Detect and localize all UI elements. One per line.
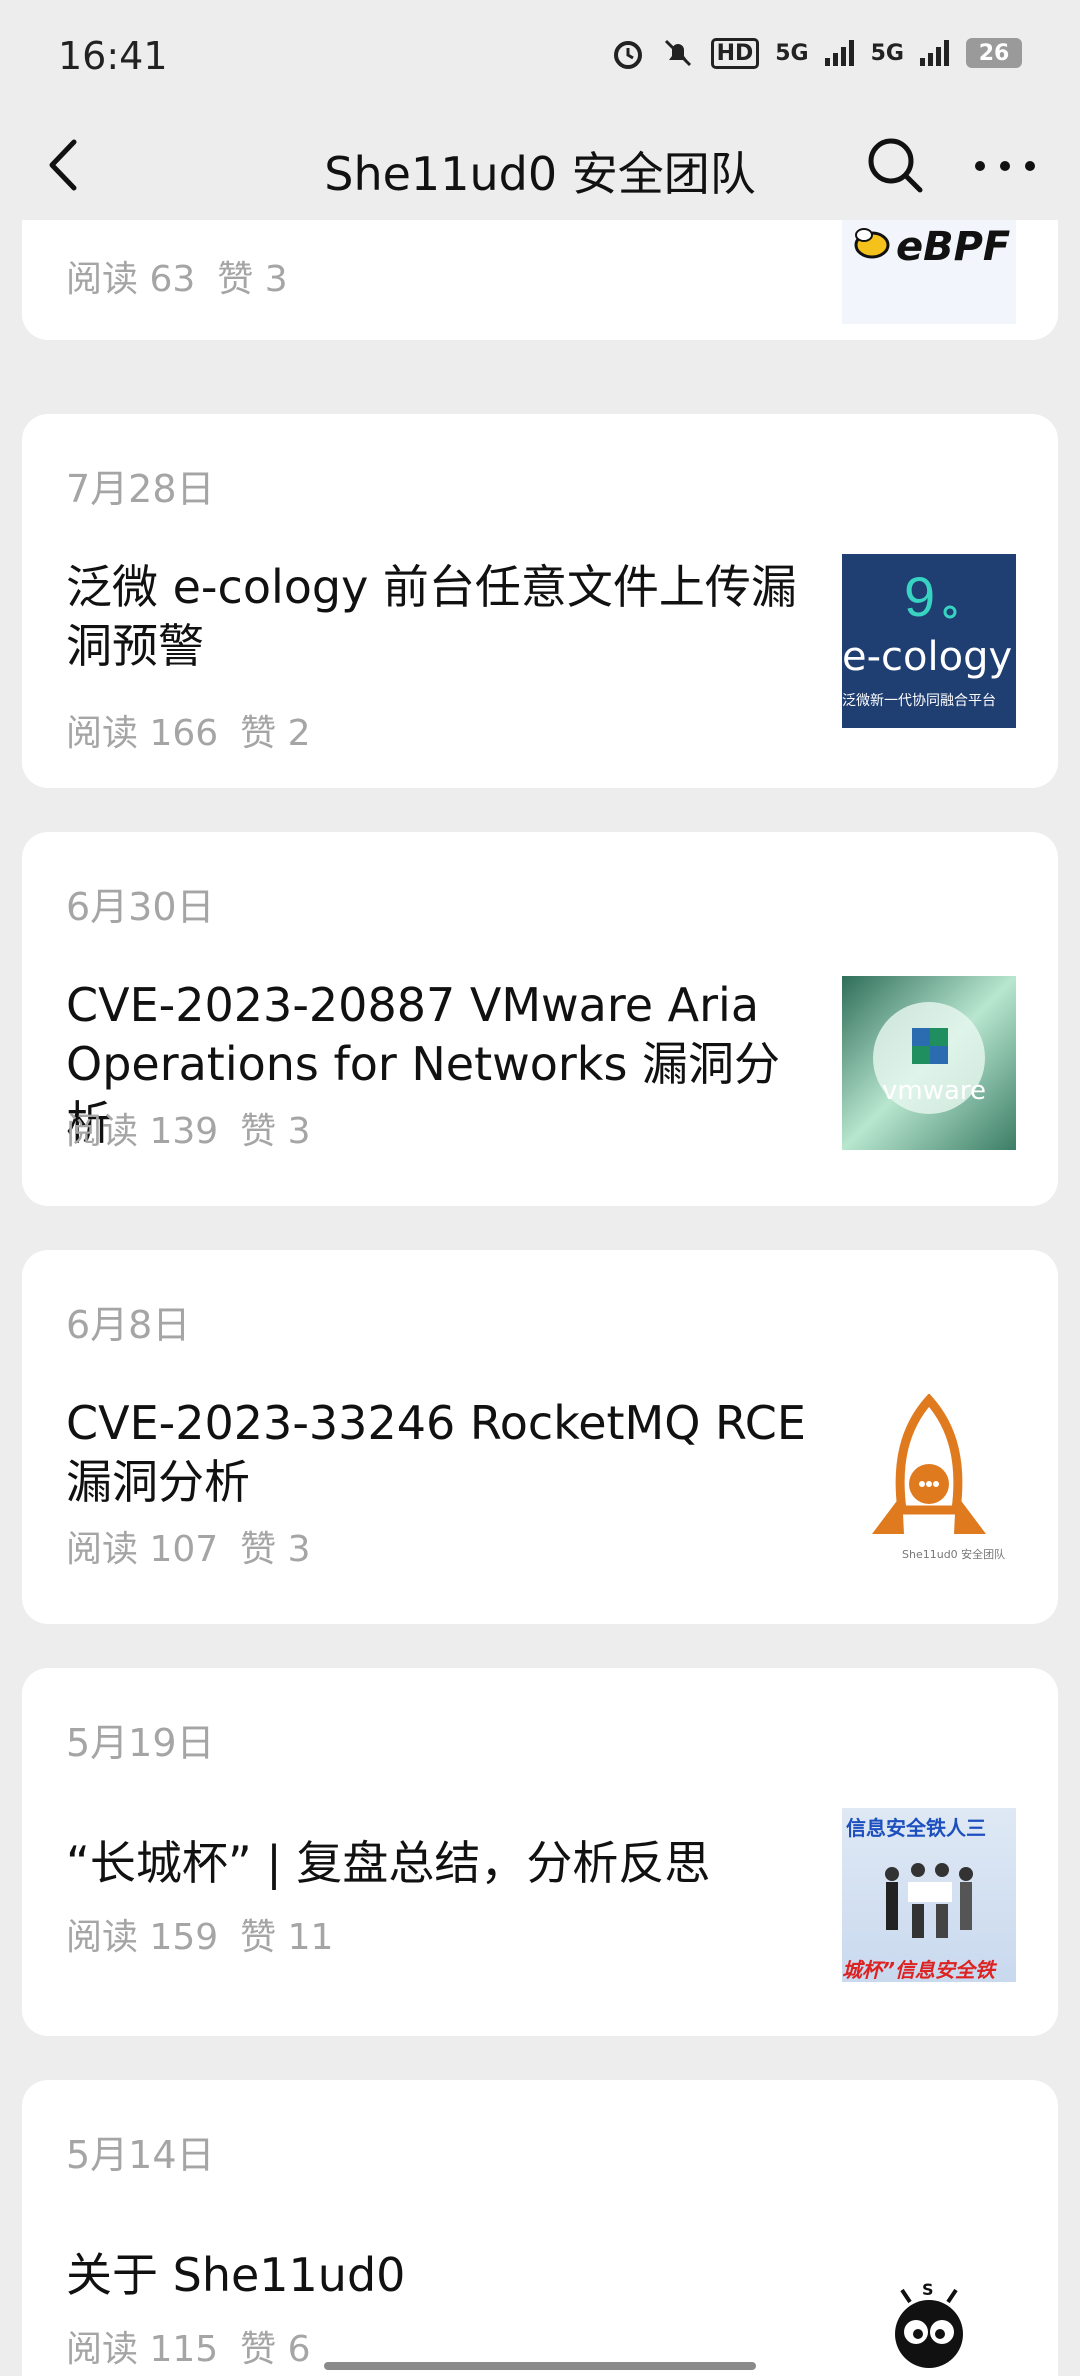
svg-text:9: 9: [904, 565, 935, 628]
like-count: 赞 11: [240, 1917, 334, 1958]
article-thumbnail: eBPF: [842, 220, 1016, 324]
signal-bars-icon: [920, 40, 949, 66]
home-indicator[interactable]: [324, 2362, 756, 2370]
like-count: 赞 3: [240, 1111, 311, 1152]
article-date: 7月28日: [66, 467, 215, 511]
article-card[interactable]: 阅读 63 赞 3 eBPF: [22, 220, 1058, 340]
read-count: 阅读 107: [66, 1529, 219, 1570]
thumbnail-text: vmware: [882, 1076, 987, 1106]
vmware-cube-icon: [873, 1002, 985, 1114]
article-card[interactable]: 5月14日 关于 She11ud0 阅读 115 赞 6 S: [22, 2080, 1058, 2376]
article-list: 阅读 63 赞 3 eBPF 7月28日 泛微 e-cology 前台任意文件上传…: [0, 220, 1080, 2376]
article-title: 泛微 e-cology 前台任意文件上传漏洞预警: [66, 560, 797, 673]
like-count: 赞 3: [240, 1529, 311, 1570]
like-count: 赞 3: [217, 259, 288, 300]
read-count: 阅读 159: [66, 1917, 219, 1958]
battery-indicator: 26: [966, 38, 1022, 68]
article-card[interactable]: 6月30日 CVE-2023-20887 VMware Aria Operati…: [22, 832, 1058, 1206]
article-title: 关于 She11ud0: [66, 2248, 406, 2302]
hd-indicator: HD: [710, 37, 760, 69]
alarm-icon: [613, 41, 642, 69]
thumbnail-subtext: 泛微新一代协同融合平台: [842, 693, 996, 709]
signal-bars-icon: [824, 40, 854, 66]
article-card[interactable]: 5月19日 “长城杯” | 复盘总结，分析反思 阅读 159 赞 11 信息安全铁…: [22, 1668, 1058, 2036]
read-count: 阅读 139: [66, 1111, 219, 1152]
mascot-logo-icon: [895, 2288, 963, 2368]
thumbnail-text: e-cology: [842, 634, 1013, 680]
rocket-logo-icon: [872, 1394, 986, 1534]
thumbnail-text: She11ud0 安全团队: [902, 1548, 1006, 1561]
article-thumbnail: 信息安全铁人三 城杯”信息安全铁: [842, 1808, 1016, 1982]
article-date: 6月8日: [66, 1303, 191, 1347]
article-thumbnail: She11ud0 安全团队: [842, 1394, 1016, 1568]
article-card[interactable]: 6月8日 CVE-2023-33246 RocketMQ RCE 漏洞分析 阅读…: [22, 1250, 1058, 1624]
nav-bar: She11ud0 安全团队: [0, 110, 1080, 220]
status-icons: HD 5G 5G 26: [611, 36, 1022, 70]
thumbnail-subtext: 城杯”信息安全铁: [842, 1958, 995, 1982]
article-stats: 阅读 63 赞 3: [66, 250, 310, 302]
article-date: 6月30日: [66, 885, 215, 929]
article-title: CVE-2023-33246 RocketMQ RCE 漏洞分析: [66, 1396, 806, 1509]
article-thumbnail: 9 e-cology 泛微新一代协同融合平台: [842, 554, 1016, 728]
article-stats: 阅读 159 赞 11: [66, 1908, 355, 1960]
article-thumbnail: vmware: [842, 976, 1016, 1150]
article-title: “长城杯” | 复盘总结，分析反思: [66, 1836, 711, 1890]
article-date: 5月19日: [66, 1721, 215, 1765]
like-count: 赞 6: [240, 2329, 311, 2370]
mute-bell-icon: [664, 39, 691, 67]
signal-5g-2: 5G: [870, 40, 904, 66]
article-stats: 阅读 115 赞 6: [66, 2320, 333, 2372]
article-thumbnail: S: [842, 2230, 1016, 2376]
article-card[interactable]: 7月28日 泛微 e-cology 前台任意文件上传漏洞预警 阅读 166 赞 2…: [22, 414, 1058, 788]
more-options-icon[interactable]: [968, 134, 1042, 196]
article-date: 5月14日: [66, 2133, 215, 2177]
like-count: 赞 2: [240, 713, 311, 754]
status-time: 16:41: [58, 34, 168, 78]
status-bar: 16:41 HD 5G 5G 26: [0, 0, 1080, 110]
signal-5g-1: 5G: [775, 40, 809, 66]
article-stats: 阅读 107 赞 3: [66, 1520, 333, 1572]
search-icon[interactable]: [864, 134, 926, 196]
read-count: 阅读 166: [66, 713, 219, 754]
article-stats: 阅读 139 赞 3: [66, 1102, 333, 1154]
read-count: 阅读 115: [66, 2329, 219, 2370]
thumbnail-text: eBPF: [896, 224, 1011, 270]
read-count: 阅读 63: [66, 259, 196, 300]
thumbnail-text: S: [922, 2280, 934, 2299]
article-stats: 阅读 166 赞 2: [66, 704, 333, 756]
